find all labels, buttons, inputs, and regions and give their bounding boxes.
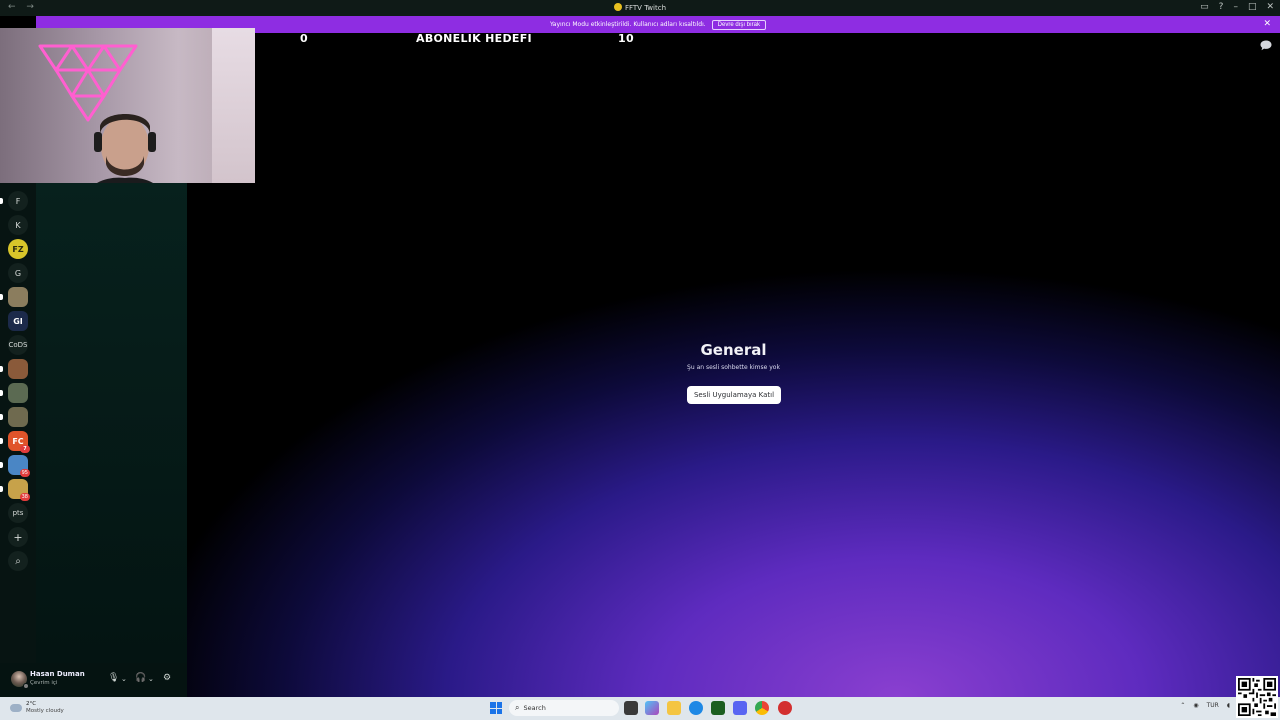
- server-cods[interactable]: CoDS: [8, 335, 28, 355]
- webcam-feed: [0, 28, 255, 183]
- chat-icon[interactable]: [1260, 40, 1272, 51]
- server-image-4[interactable]: [8, 407, 28, 427]
- chevron-down-icon[interactable]: ⌄: [148, 675, 154, 683]
- server-image-1[interactable]: [8, 287, 28, 307]
- unread-pip: [0, 390, 3, 396]
- voice-channel-view: General Şu an sesli sohbette kimse yok S…: [187, 33, 1280, 697]
- help-icon[interactable]: ?: [1219, 2, 1224, 12]
- unread-pip: [0, 438, 3, 444]
- mention-badge: 95: [19, 469, 30, 477]
- discover-icon[interactable]: ⌕: [8, 551, 28, 571]
- disable-streamer-mode-button[interactable]: Devre dışı bırak: [711, 19, 767, 30]
- qr-code-image: [1236, 676, 1278, 718]
- task-view-icon[interactable]: [624, 701, 638, 715]
- chrome-icon[interactable]: [755, 701, 769, 715]
- status-indicator: [23, 683, 29, 689]
- edge-icon[interactable]: [689, 701, 703, 715]
- channel-title: General: [700, 341, 767, 359]
- weather-text: 2°C Mostly cloudy: [26, 701, 64, 715]
- sub-count-current: 0: [300, 32, 308, 45]
- server-pts[interactable]: pts: [8, 503, 28, 523]
- maximize-button[interactable]: □: [1248, 2, 1257, 12]
- unread-pip: [0, 486, 3, 492]
- store-icon[interactable]: [711, 701, 725, 715]
- close-window-button[interactable]: ✕: [1266, 2, 1274, 12]
- streamer-image: [94, 114, 156, 183]
- headphones-icon[interactable]: 🎧: [135, 673, 146, 683]
- server-image-6[interactable]: 38: [8, 479, 30, 501]
- taskbar-search[interactable]: ⌕ Search: [509, 700, 619, 716]
- weather-description: Mostly cloudy: [26, 708, 64, 714]
- file-explorer-icon[interactable]: [667, 701, 681, 715]
- server-k[interactable]: K: [8, 215, 28, 235]
- server-image-3[interactable]: [8, 383, 28, 403]
- server-fc[interactable]: FC 7: [8, 431, 30, 453]
- network-icon[interactable]: ◉: [1193, 702, 1198, 709]
- discord-icon[interactable]: [733, 701, 747, 715]
- server-image-5[interactable]: 95: [8, 455, 30, 477]
- unread-pip: [0, 366, 3, 372]
- search-label: Search: [523, 704, 546, 712]
- screen: ← → FFTV Twitch ▭ ? – □ ✕ Yayıncı Modu e…: [0, 0, 1280, 720]
- channel-list-panel: [36, 183, 187, 663]
- server-g[interactable]: G: [8, 263, 28, 283]
- mention-badge: 38: [19, 493, 30, 501]
- server-image-2[interactable]: [8, 359, 28, 379]
- weather-widget[interactable]: 2°C Mostly cloudy: [10, 701, 64, 715]
- gear-icon[interactable]: ⚙: [163, 673, 171, 683]
- user-panel: Hasan Duman Çevrim içi 🎙 ⌄ 🎧 ⌄ ⚙: [0, 663, 187, 697]
- unread-pip: [0, 462, 3, 468]
- unread-pip: [0, 198, 3, 204]
- add-server-icon[interactable]: +: [8, 527, 28, 547]
- app-icon[interactable]: [778, 701, 792, 715]
- empty-voice-text: Şu an sesli sohbette kimse yok: [687, 364, 780, 371]
- chevron-down-icon[interactable]: ⌄: [121, 675, 127, 683]
- wall-decoration: [212, 28, 255, 183]
- taskbar: 2°C Mostly cloudy ⌕ Search ⌃ ◉ TUR ◖: [0, 676, 1280, 720]
- volume-icon[interactable]: ◖: [1227, 702, 1230, 709]
- sub-goal-label: ABONELIK HEDEFI: [416, 32, 532, 45]
- unread-pip: [0, 414, 3, 420]
- user-status: Çevrim içi: [30, 680, 58, 686]
- window-title-text: FFTV Twitch: [624, 4, 667, 12]
- copilot-icon[interactable]: [645, 701, 659, 715]
- mention-badge: 7: [20, 445, 30, 453]
- system-tray: ⌃ ◉ TUR ◖: [1180, 702, 1230, 709]
- username[interactable]: Hasan Duman: [30, 670, 85, 678]
- language-indicator[interactable]: TUR: [1207, 702, 1219, 709]
- server-gi[interactable]: GI: [8, 311, 28, 331]
- banner-message: Yayıncı Modu etkinleştirildi. Kullanıcı …: [549, 21, 706, 28]
- temperature: 2°C: [26, 701, 37, 707]
- microphone-icon[interactable]: 🎙: [108, 673, 119, 683]
- banner-close-icon[interactable]: ✕: [1263, 19, 1271, 29]
- search-icon: ⌕: [515, 703, 520, 712]
- start-button[interactable]: [490, 702, 502, 714]
- app-logo-icon: [613, 3, 622, 11]
- sub-count-goal: 10: [618, 32, 634, 45]
- join-voice-button[interactable]: Sesli Uygulamaya Katıl: [687, 386, 781, 404]
- window-title: FFTV Twitch: [0, 3, 1280, 12]
- minimize-button[interactable]: –: [1233, 2, 1238, 12]
- inbox-icon[interactable]: ▭: [1200, 2, 1209, 12]
- window-controls: ▭ ? – □ ✕: [1200, 2, 1274, 12]
- server-f[interactable]: F: [8, 191, 28, 211]
- cloud-icon: [10, 704, 22, 712]
- title-bar: ← → FFTV Twitch ▭ ? – □ ✕: [0, 0, 1280, 16]
- server-fz[interactable]: FZ: [8, 239, 28, 259]
- chevron-up-icon[interactable]: ⌃: [1180, 702, 1185, 709]
- unread-pip: [0, 294, 3, 300]
- server-rail: F K FZ G GI CoDS FC 7 95 38 pts + ⌕: [0, 183, 36, 698]
